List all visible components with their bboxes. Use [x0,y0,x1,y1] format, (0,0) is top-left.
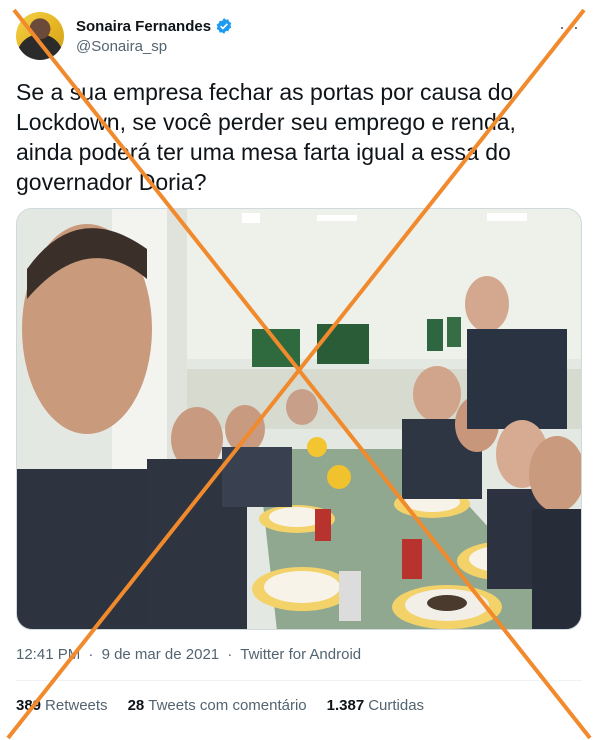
ellipsis-icon[interactable]: ··· [559,18,580,36]
tweet-meta: 12:41 PM · 9 de mar de 2021 · Twitter fo… [16,646,365,663]
meta-separator: · [227,646,233,663]
retweets-label: Retweets [45,697,108,714]
meta-separator: · [88,646,94,663]
author-handle[interactable]: @Sonaira_sp [76,38,167,55]
quotes-stat[interactable]: 28 Tweets com comentário [128,697,307,714]
quotes-label: Tweets com comentário [148,697,307,714]
tweet-photo[interactable] [16,208,582,630]
divider [16,680,582,681]
likes-label: Curtidas [368,697,425,714]
author-avatar[interactable] [16,12,64,60]
tweet-header: Sonaira Fernandes @Sonaira_sp ··· [16,12,582,62]
tweet-time[interactable]: 12:41 PM [16,646,80,663]
retweets-stat[interactable]: 389 Retweets [16,697,108,714]
quotes-count: 28 [127,697,145,714]
tweet-source[interactable]: Twitter for Android [240,646,361,663]
likes-count: 1.387 [326,697,365,714]
tweet-stats: 389 Retweets 28 Tweets com comentário 1.38… [16,697,424,714]
retweets-count: 389 [16,697,42,714]
verified-badge-icon [215,17,233,35]
author-display-name[interactable]: Sonaira Fernandes [76,18,211,35]
author-name-row: Sonaira Fernandes [76,17,233,35]
tweet-date[interactable]: 9 de mar de 2021 [102,646,220,663]
likes-stat[interactable]: 1.387 Curtidas [327,697,424,714]
tweet-text: Se a sua empresa fechar as portas por ca… [16,79,516,195]
